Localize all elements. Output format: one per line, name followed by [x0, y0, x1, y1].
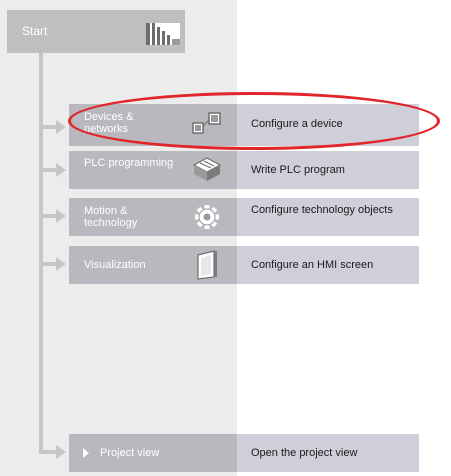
project-view-label: Project view — [100, 447, 160, 459]
start-label: Start — [22, 24, 48, 38]
portal-plc-programming[interactable]: PLC programming — [69, 151, 237, 189]
open-project-view-label: Open the project view — [251, 447, 358, 459]
action-configure-device[interactable]: Configure a device — [237, 104, 419, 146]
start-button[interactable]: Start — [7, 10, 185, 53]
motion-technology-label: Motion & technology — [84, 205, 138, 229]
project-view-button[interactable]: Project view — [69, 434, 237, 472]
configure-technology-objects-label: Configure technology objects — [251, 204, 393, 216]
portal-visualization[interactable]: Visualization — [69, 246, 237, 284]
action-write-plc-program[interactable]: Write PLC program — [237, 151, 419, 189]
start-stairs-icon — [142, 17, 182, 52]
devices-networks-icon — [190, 110, 224, 145]
motion-gear-icon — [192, 203, 222, 236]
action-open-project-view[interactable]: Open the project view — [237, 434, 419, 472]
connector-arrow-devices — [56, 120, 66, 134]
connector-arrow-visualization — [56, 257, 66, 271]
connector-arrow-project-view — [56, 445, 66, 459]
plc-programming-label: PLC programming — [84, 157, 174, 169]
hmi-screen-icon — [194, 249, 220, 286]
devices-networks-label: Devices & networks — [84, 111, 134, 135]
visualization-label: Visualization — [84, 259, 146, 271]
configure-device-label: Configure a device — [251, 118, 343, 130]
play-arrow-icon — [83, 448, 89, 458]
configure-hmi-screen-label: Configure an HMI screen — [251, 259, 374, 271]
connector-arrow-plc — [56, 163, 66, 177]
portal-motion-technology[interactable]: Motion & technology — [69, 198, 237, 236]
action-configure-technology-objects[interactable]: Configure technology objects — [237, 198, 419, 236]
portal-panel — [0, 0, 237, 476]
connector-arrow-motion — [56, 209, 66, 223]
action-configure-hmi-screen[interactable]: Configure an HMI screen — [237, 246, 419, 284]
portal-devices-networks[interactable]: Devices & networks — [69, 104, 237, 146]
plc-programming-icon — [190, 155, 224, 190]
write-plc-program-label: Write PLC program — [251, 164, 345, 176]
tree-connector-line — [39, 53, 43, 454]
